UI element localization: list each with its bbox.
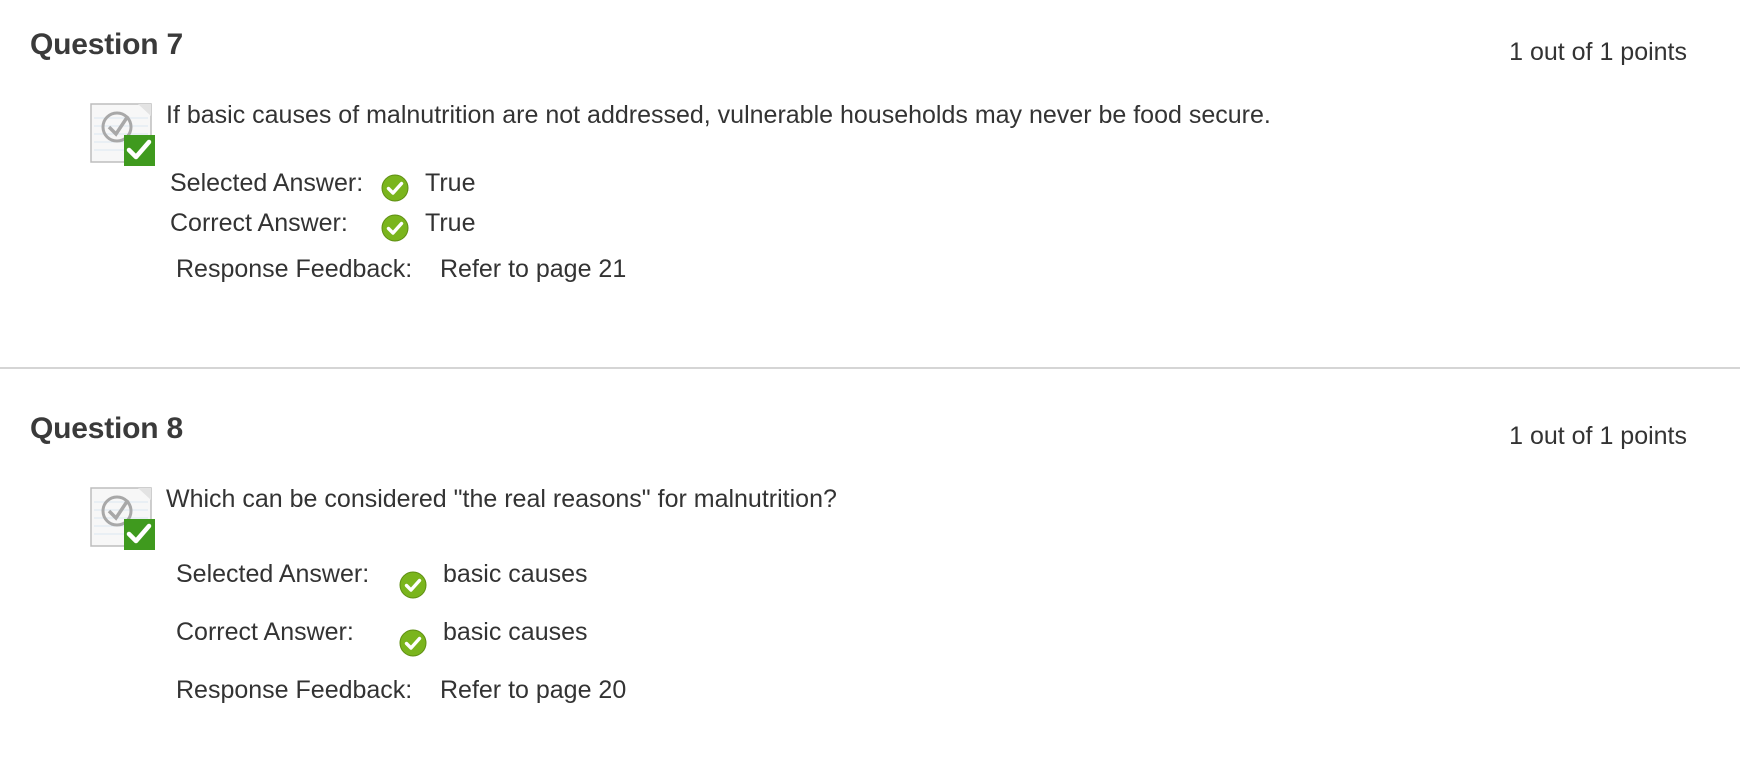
green-check-circle-icon [381, 214, 409, 242]
question-title: Question 8 [30, 412, 184, 445]
green-check-circle-icon [399, 571, 427, 599]
response-feedback-label: Response Feedback: [176, 676, 413, 704]
selected-answer-label: Selected Answer: [176, 560, 370, 588]
question-text: Which can be considered "the real reason… [166, 485, 837, 513]
question-divider [0, 367, 1740, 369]
correct-answer-value: basic causes [443, 618, 588, 646]
question-7: Question 7 1 out of 1 points If basic ca… [0, 0, 1740, 369]
response-feedback-label: Response Feedback: [176, 255, 413, 283]
correct-answer-label: Correct Answer: [170, 209, 348, 237]
question-text: If basic causes of malnutrition are not … [166, 101, 1271, 129]
green-check-circle-icon [381, 174, 409, 202]
question-points: 1 out of 1 points [1509, 422, 1687, 450]
question-points: 1 out of 1 points [1509, 38, 1687, 66]
green-check-circle-icon [399, 629, 427, 657]
correct-question-icon [90, 484, 156, 550]
selected-answer-value: True [425, 169, 476, 197]
question-title: Question 7 [30, 28, 184, 61]
response-feedback-value: Refer to page 20 [440, 676, 627, 704]
selected-answer-label: Selected Answer: [170, 169, 364, 197]
correct-question-icon [90, 100, 156, 166]
response-feedback-value: Refer to page 21 [440, 255, 627, 283]
selected-answer-value: basic causes [443, 560, 588, 588]
question-8: Question 8 1 out of 1 points Which can b… [0, 384, 1740, 758]
correct-answer-value: True [425, 209, 476, 237]
correct-answer-label: Correct Answer: [176, 618, 354, 646]
